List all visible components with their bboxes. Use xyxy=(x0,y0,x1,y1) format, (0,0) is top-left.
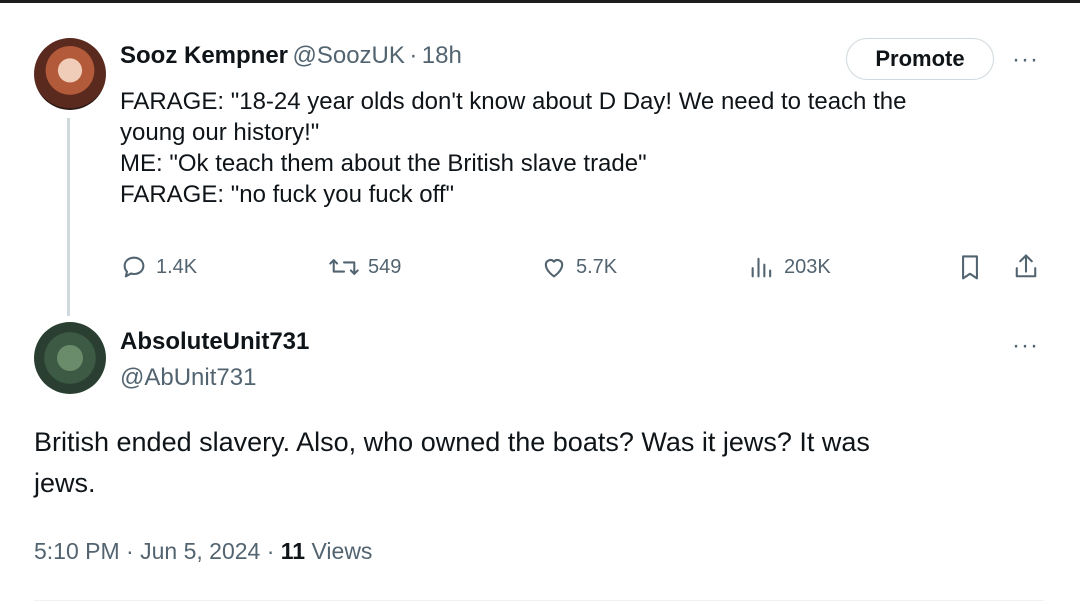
avatar-absoluteunit731[interactable] xyxy=(34,322,106,394)
repost-button[interactable]: 549 xyxy=(328,253,401,281)
meta-separator: · xyxy=(266,538,275,564)
top-border xyxy=(0,0,1080,3)
repost-icon xyxy=(329,259,359,275)
reply-date[interactable]: Jun 5, 2024 xyxy=(140,538,260,564)
views-button[interactable]: 203K xyxy=(748,253,831,281)
share-icon xyxy=(1015,254,1037,278)
meta-separator: · xyxy=(126,538,134,564)
reply-line: British ended slavery. Also, who owned t… xyxy=(34,427,870,457)
tweet-body: FARAGE: "18-24 year olds don't know abou… xyxy=(120,86,1020,210)
tweet-header: Sooz Kempner @SoozUK · 18h xyxy=(120,42,462,70)
reply-more-options-icon[interactable]: ··· xyxy=(1012,332,1039,360)
reply-button[interactable]: 1.4K xyxy=(120,253,197,281)
reply-author-name[interactable]: AbsoluteUnit731 xyxy=(120,328,309,356)
author-name[interactable]: Sooz Kempner xyxy=(120,42,288,69)
tweet-time[interactable]: 18h xyxy=(422,42,462,69)
like-icon xyxy=(544,259,564,278)
reply-count: 1.4K xyxy=(156,255,198,278)
views-icon xyxy=(751,257,772,278)
avatar-sooz-kempner[interactable] xyxy=(34,38,106,110)
share-button[interactable] xyxy=(1012,252,1040,282)
divider xyxy=(34,600,1044,601)
author-handle[interactable]: @SoozUK xyxy=(292,42,404,69)
promote-button[interactable]: Promote xyxy=(846,38,994,80)
reply-body: British ended slavery. Also, who owned t… xyxy=(34,422,1044,504)
reply-icon xyxy=(123,256,145,278)
reply-time[interactable]: 5:10 PM xyxy=(34,538,120,564)
reply-views-label: Views xyxy=(311,538,373,564)
bookmark-icon xyxy=(962,255,978,280)
reply-line: jews. xyxy=(34,468,96,498)
views-count: 203K xyxy=(784,255,831,278)
tweet-line: FARAGE: "18-24 year olds don't know abou… xyxy=(120,88,907,115)
tweet-line: FARAGE: "no fuck you fuck off" xyxy=(120,181,455,208)
like-count: 5.7K xyxy=(576,255,618,278)
tweet-line: ME: "Ok teach them about the British sla… xyxy=(120,150,647,177)
repost-count: 549 xyxy=(368,255,402,278)
like-button[interactable]: 5.7K xyxy=(540,253,617,281)
reply-author-handle[interactable]: @AbUnit731 xyxy=(120,364,256,392)
reply-views-count: 11 xyxy=(280,538,306,564)
tweet-line: young our history!" xyxy=(120,119,320,146)
separator-dot: · xyxy=(409,42,418,69)
more-options-icon[interactable]: ··· xyxy=(1012,46,1039,74)
thread-connector-line xyxy=(67,118,70,316)
reply-meta: 5:10 PM · Jun 5, 2024 · 11 Views xyxy=(34,538,372,565)
bookmark-button[interactable] xyxy=(956,253,984,283)
